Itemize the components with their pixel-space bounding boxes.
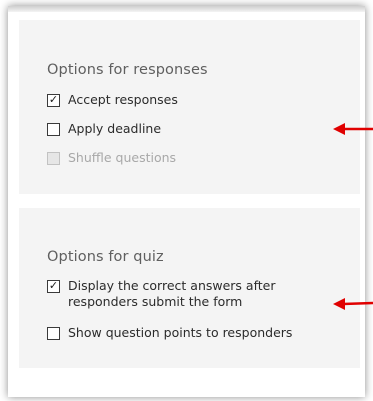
checkbox-box[interactable]: ✓ [47, 93, 60, 107]
accept-responses-label: Accept responses [68, 92, 178, 107]
show-question-points-label: Show question points to responders [68, 325, 293, 340]
display-correct-answers-label: Display the correct answers after respon… [68, 278, 276, 309]
responses-options-panel: Options for responses ✓ Accept responses… [19, 20, 360, 194]
responses-section-title: Options for responses [47, 62, 208, 78]
display-correct-answers-checkbox[interactable]: ✓ Display the correct answers after resp… [47, 278, 347, 310]
checkbox-box [47, 152, 60, 165]
settings-window: Options for responses ✓ Accept responses… [8, 6, 365, 397]
shuffle-questions-checkbox: Shuffle questions [47, 150, 347, 166]
red-arrow-icon [333, 298, 373, 310]
shuffle-questions-label: Shuffle questions [68, 150, 177, 165]
checkbox-box[interactable] [47, 327, 60, 340]
checkmark-icon: ✓ [48, 279, 59, 292]
quiz-section-title: Options for quiz [47, 249, 164, 265]
red-arrow-icon [333, 123, 373, 135]
screenshot-stage: Options for responses ✓ Accept responses… [0, 0, 373, 401]
apply-deadline-checkbox[interactable]: Apply deadline [47, 121, 347, 137]
checkbox-box[interactable] [47, 123, 60, 136]
quiz-options-panel: Options for quiz ✓ Display the correct a… [19, 208, 360, 368]
apply-deadline-label: Apply deadline [68, 121, 162, 136]
checkmark-icon: ✓ [48, 93, 59, 106]
accept-responses-checkbox[interactable]: ✓ Accept responses [47, 92, 347, 108]
show-question-points-checkbox[interactable]: Show question points to responders [47, 325, 347, 341]
checkbox-box[interactable]: ✓ [47, 279, 60, 293]
